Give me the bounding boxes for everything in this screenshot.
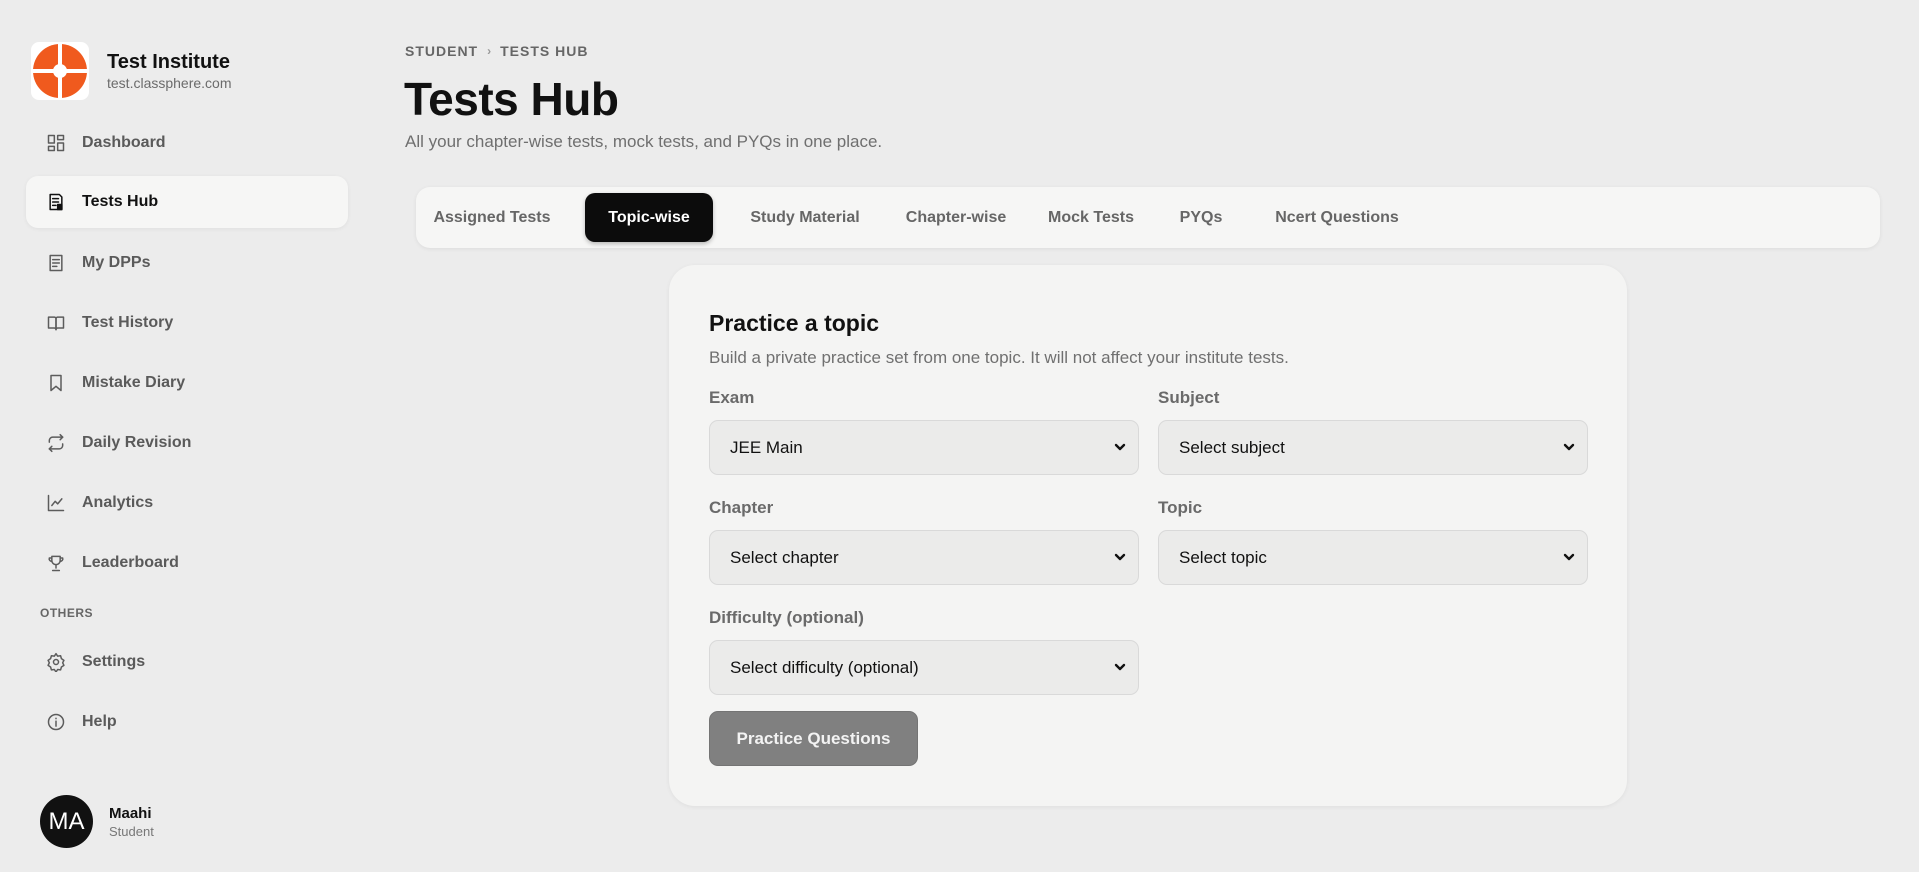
brand-logo xyxy=(31,42,89,100)
breadcrumb-item: TESTS HUB xyxy=(500,43,589,59)
chevron-down-icon xyxy=(1112,659,1128,675)
info-icon xyxy=(44,710,68,734)
sidebar-item-daily-revision[interactable]: Daily Revision xyxy=(26,417,348,469)
gear-icon xyxy=(44,650,68,674)
sidebar-item-my-dpps[interactable]: My DPPs xyxy=(26,237,348,289)
tab-topic-wise[interactable]: Topic-wise xyxy=(585,193,713,242)
exam-label: Exam xyxy=(709,388,755,407)
dashboard-icon xyxy=(44,131,68,155)
section-label-others: OTHERS xyxy=(40,606,94,620)
sidebar-item-label: My DPPs xyxy=(82,254,151,271)
practice-questions-button[interactable]: Practice Questions xyxy=(709,711,918,766)
trophy-icon xyxy=(44,551,68,575)
sidebar-item-test-history[interactable]: Test History xyxy=(26,297,348,349)
tab-study-material[interactable]: Study Material xyxy=(734,193,876,242)
book-open-icon xyxy=(44,311,68,335)
card-description: Build a private practice set from one to… xyxy=(709,348,1289,367)
brand-domain: test.classphere.com xyxy=(107,75,232,91)
sidebar-item-settings[interactable]: Settings xyxy=(26,636,348,688)
sidebar-item-label: Leaderboard xyxy=(82,554,179,571)
chevron-right-icon: › xyxy=(487,44,492,58)
tab-ncert-questions[interactable]: Ncert Questions xyxy=(1252,193,1422,242)
repeat-icon xyxy=(44,431,68,455)
tab-pyqs[interactable]: PYQs xyxy=(1169,193,1233,242)
avatar: MA xyxy=(40,795,93,848)
card-title: Practice a topic xyxy=(709,310,880,336)
sidebar-item-label: Help xyxy=(82,713,117,730)
practice-topic-card: Practice a topic Build a private practic… xyxy=(669,265,1627,806)
difficulty-select-value: Select difficulty (optional) xyxy=(730,657,919,677)
chevron-down-icon xyxy=(1112,439,1128,455)
breadcrumb-item[interactable]: STUDENT xyxy=(405,43,478,59)
sidebar-item-label: Test History xyxy=(82,314,174,331)
bookmark-icon xyxy=(44,371,68,395)
document-icon xyxy=(44,251,68,275)
topic-select[interactable]: Select topic xyxy=(1158,530,1588,585)
sidebar-item-analytics[interactable]: Analytics xyxy=(26,477,348,529)
sidebar-item-label: Daily Revision xyxy=(82,434,192,451)
topic-select-value: Select topic xyxy=(1179,547,1267,567)
page-title: Tests Hub xyxy=(404,73,619,125)
exam-select[interactable]: JEE Main xyxy=(709,420,1139,475)
sidebar-item-mistake-diary[interactable]: Mistake Diary xyxy=(26,357,348,409)
subject-label: Subject xyxy=(1158,388,1220,407)
tests-hub-icon xyxy=(44,190,68,214)
sidebar: Test Institute test.classphere.com Dashb… xyxy=(0,0,360,872)
chevron-down-icon xyxy=(1112,549,1128,565)
user-role: Student xyxy=(109,823,154,839)
subject-select-value: Select subject xyxy=(1179,437,1285,457)
chevron-down-icon xyxy=(1561,439,1577,455)
tab-assigned-tests[interactable]: Assigned Tests xyxy=(424,193,560,242)
subject-select[interactable]: Select subject xyxy=(1158,420,1588,475)
brand-name: Test Institute xyxy=(107,51,230,73)
chapter-select-value: Select chapter xyxy=(730,547,839,567)
sidebar-item-label: Mistake Diary xyxy=(82,374,186,391)
topic-label: Topic xyxy=(1158,498,1203,517)
chevron-down-icon xyxy=(1561,549,1577,565)
sidebar-item-label: Dashboard xyxy=(82,134,166,151)
chapter-select[interactable]: Select chapter xyxy=(709,530,1139,585)
line-chart-icon xyxy=(44,491,68,515)
sidebar-item-tests-hub[interactable]: Tests Hub xyxy=(26,176,348,228)
sidebar-item-leaderboard[interactable]: Leaderboard xyxy=(26,537,348,589)
difficulty-select[interactable]: Select difficulty (optional) xyxy=(709,640,1139,695)
user-profile[interactable]: MA Maahi Student xyxy=(40,795,154,848)
user-name: Maahi xyxy=(109,804,152,822)
difficulty-label: Difficulty (optional) xyxy=(709,608,864,627)
sidebar-item-dashboard[interactable]: Dashboard xyxy=(26,117,348,169)
sidebar-item-label: Analytics xyxy=(82,494,154,511)
sidebar-item-label: Tests Hub xyxy=(82,193,159,210)
page-subtitle: All your chapter-wise tests, mock tests,… xyxy=(405,132,883,151)
exam-select-value: JEE Main xyxy=(730,437,803,457)
brand[interactable]: Test Institute test.classphere.com xyxy=(31,42,232,100)
tab-chapter-wise[interactable]: Chapter-wise xyxy=(896,193,1016,242)
sidebar-item-label: Settings xyxy=(82,653,146,670)
tab-mock-tests[interactable]: Mock Tests xyxy=(1035,193,1147,242)
chapter-label: Chapter xyxy=(709,498,774,517)
breadcrumb: STUDENT › TESTS HUB xyxy=(405,43,588,59)
tabs-bar: Assigned Tests Topic-wise Study Material… xyxy=(416,187,1880,248)
sidebar-item-help[interactable]: Help xyxy=(26,696,348,748)
